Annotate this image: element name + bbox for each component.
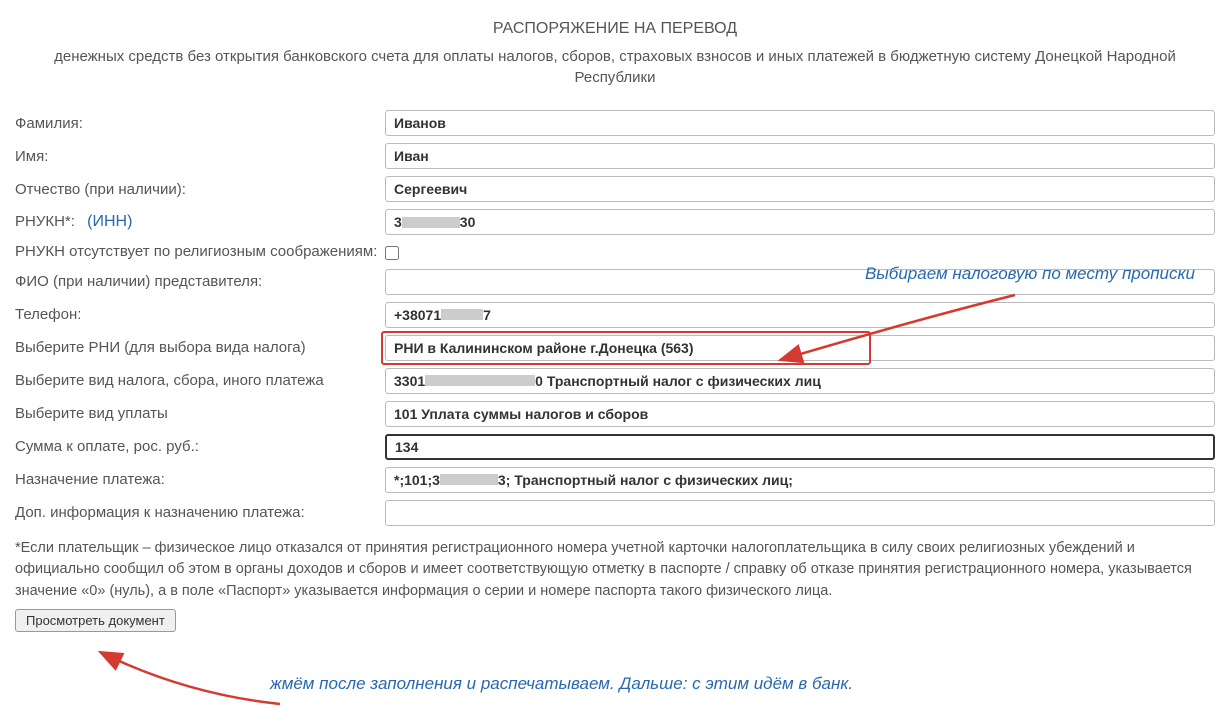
amount-input[interactable] xyxy=(385,434,1215,460)
purpose-input[interactable]: *;101;33; Транспортный налог с физически… xyxy=(385,467,1215,493)
name-input[interactable] xyxy=(385,143,1215,169)
patronymic-input[interactable] xyxy=(385,176,1215,202)
rnukn-absent-checkbox[interactable] xyxy=(385,246,399,260)
page-title: РАСПОРЯЖЕНИЕ НА ПЕРЕВОД xyxy=(15,20,1215,38)
tax-type-label: Выберите вид налога, сбора, иного платеж… xyxy=(15,372,385,389)
page-subtitle: денежных средств без открытия банковског… xyxy=(15,46,1215,88)
surname-input[interactable] xyxy=(385,110,1215,136)
payment-type-label: Выберите вид уплаты xyxy=(15,405,385,422)
rnukn-input[interactable]: 330 xyxy=(385,209,1215,235)
additional-input[interactable] xyxy=(385,500,1215,526)
footnote-text: *Если плательщик – физическое лицо отказ… xyxy=(15,538,1215,603)
additional-label: Доп. информация к назначению платежа: xyxy=(15,504,385,521)
payment-type-select[interactable] xyxy=(385,401,1215,427)
purpose-label: Назначение платежа: xyxy=(15,471,385,488)
representative-label: ФИО (при наличии) представителя: xyxy=(15,273,385,290)
rni-label: Выберите РНИ (для выбора вида налога) xyxy=(15,339,385,356)
surname-label: Фамилия: xyxy=(15,115,385,132)
name-label: Имя: xyxy=(15,148,385,165)
patronymic-label: Отчество (при наличии): xyxy=(15,181,385,198)
inn-annotation: (ИНН) xyxy=(87,213,132,230)
tax-type-select[interactable]: 33010 Транспортный налог с физических ли… xyxy=(385,368,1215,394)
preview-document-button[interactable]: Просмотреть документ xyxy=(15,609,176,632)
amount-label: Сумма к оплате, рос. руб.: xyxy=(15,438,385,455)
annotation-top: Выбираем налоговую по месту прописки xyxy=(865,264,1195,284)
rni-select[interactable] xyxy=(385,335,1215,361)
rnukn-label: РНУКН*: (ИНН) xyxy=(15,213,385,231)
phone-input[interactable]: +380717 xyxy=(385,302,1215,328)
phone-label: Телефон: xyxy=(15,306,385,323)
rnukn-absent-label: РНУКН отсутствует по религиозным соображ… xyxy=(15,242,385,262)
